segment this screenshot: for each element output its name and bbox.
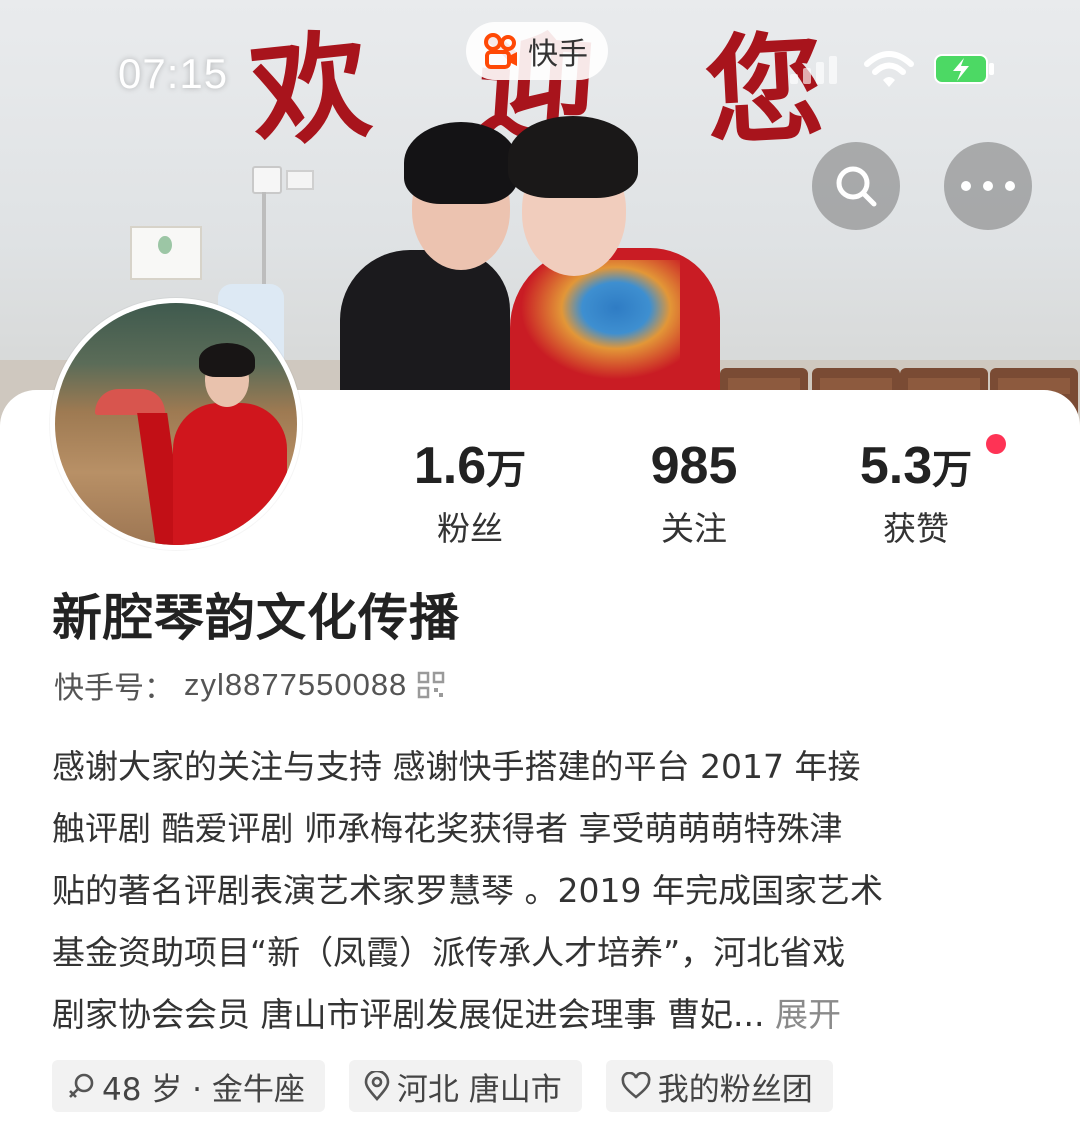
tag-fan-club[interactable]: 我的粉丝团 — [605, 1060, 833, 1112]
location-icon — [364, 1071, 390, 1101]
avatar-bg-umbrella — [95, 389, 165, 415]
battery-charging-icon — [934, 54, 994, 84]
kuaishou-id-value: zyl8877550088 — [184, 667, 408, 702]
avatar-dress — [173, 403, 287, 545]
stat-fans[interactable]: 1.6万 粉丝 — [360, 436, 580, 554]
stat-likes-label: 获赞 — [883, 509, 949, 548]
tag-location-label: 河北 唐山市 — [396, 1071, 562, 1108]
profile-stats: 1.6万 粉丝 985 关注 5.3万 获赞 — [360, 434, 1080, 556]
bio-line-last: 剧家协会会员 唐山市评剧发展促进会理事 曹妃... 展开 — [52, 984, 1032, 1046]
kuaishou-id-row[interactable]: 快手号： zyl8877550088 — [54, 664, 445, 706]
search-button[interactable] — [812, 142, 900, 230]
tag-age-zodiac[interactable]: 48 岁 · 金牛座 — [52, 1060, 325, 1112]
cover-banner-char: 欢 — [244, 14, 377, 165]
app-indicator-pill[interactable]: 快手 — [466, 22, 608, 80]
tag-location[interactable]: 河北 唐山市 — [348, 1060, 582, 1112]
gender-icon — [69, 1073, 94, 1098]
stat-fans-value: 1.6万 — [360, 436, 580, 500]
profile-name: 新腔琴韵文化传播 — [52, 589, 460, 647]
cover-wall-switch — [286, 170, 314, 190]
stat-likes-unit: 万 — [932, 447, 973, 493]
bio-expand-link[interactable]: 展开 — [775, 995, 841, 1034]
cover-person-right-hair — [508, 116, 638, 198]
profile-bio: 感谢大家的关注与支持 感谢快手搭建的平台 2017 年接 触评剧 酷爱评剧 师承… — [52, 736, 1032, 1046]
cover-wall-socket — [252, 166, 282, 194]
heart-icon — [621, 1072, 651, 1099]
bio-line: 基金资助项目“新（凤霞）派传承人才培养”，河北省戏 — [52, 933, 846, 972]
stat-following-label: 关注 — [661, 509, 727, 548]
cover-wall-sign — [130, 226, 202, 280]
cover-person-left-hair — [404, 122, 518, 204]
stat-following-value: 985 — [584, 436, 804, 500]
bio-line-text: 剧家协会会员 唐山市评剧发展促进会理事 曹妃... — [52, 995, 765, 1034]
tag-age-zodiac-label: 48 岁 · 金牛座 — [102, 1071, 305, 1108]
bio-line: 触评剧 酷爱评剧 师承梅花奖获得者 享受萌萌萌特殊津 — [52, 809, 843, 848]
more-options-button[interactable] — [944, 142, 1032, 230]
more-icon — [961, 181, 1015, 191]
bio-line: 贴的著名评剧表演艺术家罗慧琴 。2019 年完成国家艺术 — [52, 871, 883, 910]
stat-fans-label: 粉丝 — [437, 509, 503, 548]
likes-notification-dot — [986, 434, 1006, 454]
stat-fans-number: 1.6 — [413, 437, 487, 495]
app-name-label: 快手 — [528, 37, 588, 72]
stat-fans-unit: 万 — [486, 447, 527, 493]
cellular-signal-icon — [790, 56, 837, 84]
avatar-hair — [199, 343, 255, 377]
wifi-icon — [864, 50, 914, 90]
avatar[interactable] — [50, 298, 302, 550]
cover-phoenix-embroidery — [520, 260, 680, 380]
stat-likes-number: 5.3 — [859, 437, 933, 495]
tag-fan-club-label: 我的粉丝团 — [657, 1071, 813, 1108]
stat-following[interactable]: 985 关注 — [584, 436, 804, 554]
stat-following-number: 985 — [650, 437, 738, 495]
profile-tags: 48 岁 · 金牛座 河北 唐山市 我的粉丝团 — [52, 1060, 833, 1112]
search-icon — [836, 166, 877, 207]
status-bar-time: 07:15 — [118, 50, 229, 97]
qr-code-icon[interactable] — [417, 671, 445, 699]
bio-line: 感谢大家的关注与支持 感谢快手搭建的平台 2017 年接 — [52, 747, 861, 786]
kuaishou-id-label: 快手号： — [54, 671, 174, 706]
kuaishou-logo-icon — [482, 32, 520, 70]
avatar-image — [55, 303, 297, 545]
